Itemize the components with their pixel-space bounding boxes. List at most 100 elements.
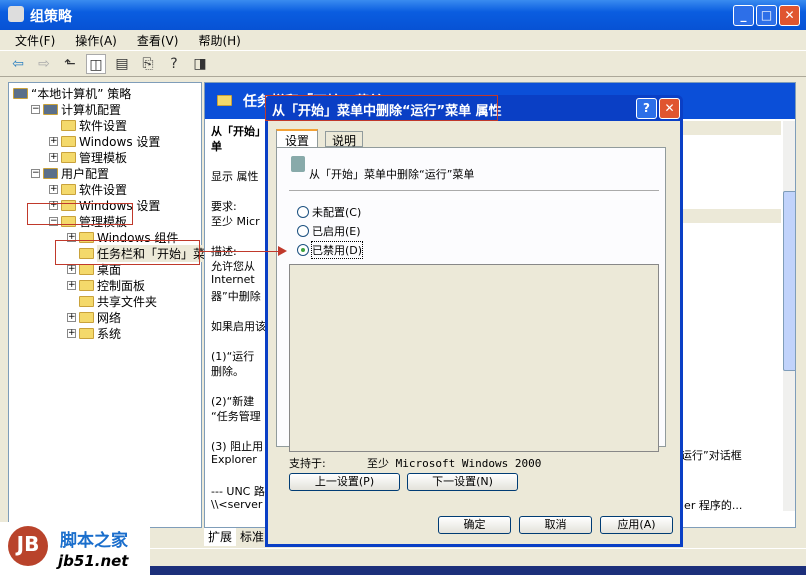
tree-item[interactable]: − 用户配置 bbox=[31, 165, 109, 181]
tree-item[interactable]: 共享文件夹 bbox=[67, 293, 157, 309]
list-row-selected[interactable] bbox=[681, 209, 781, 223]
tab-panel: 从「开始」菜单中删除“运行”菜单 未配置(C) 已启用(E) 已禁用(D) 支持于:… bbox=[276, 147, 666, 491]
menu-action[interactable]: 操作(A) bbox=[75, 32, 117, 50]
folder-icon bbox=[61, 151, 76, 163]
toolbar: ⇦ ⇨ ⬑ ◫ ▤ ⎘ ? ◨ bbox=[0, 50, 806, 77]
menu-view[interactable]: 查看(V) bbox=[137, 32, 179, 50]
supported-value: 至少 Microsoft Windows 2000 bbox=[367, 457, 542, 470]
dialog-help-button[interactable]: ? bbox=[636, 98, 657, 119]
radio-button-icon[interactable] bbox=[297, 206, 309, 218]
radio-label: 已禁用(D) bbox=[310, 241, 364, 259]
description-text: (2)“新建 bbox=[211, 395, 255, 408]
arrow-head-icon bbox=[278, 246, 287, 256]
view-tabs: 扩展 标准 bbox=[204, 528, 264, 546]
expand-icon[interactable]: + bbox=[67, 280, 76, 290]
show-action-pane-icon[interactable]: ◨ bbox=[190, 54, 210, 74]
back-icon[interactable]: ⇦ bbox=[8, 54, 28, 74]
tree-item-label: 控制面板 bbox=[97, 278, 146, 293]
previous-setting-button[interactable]: 上一设置(P) bbox=[289, 473, 400, 491]
tab-explain[interactable]: 说明 bbox=[325, 131, 364, 148]
menu-bar: 文件(F) 操作(A) 查看(V) 帮助(H) bbox=[0, 30, 806, 50]
expand-icon[interactable]: + bbox=[67, 264, 76, 274]
description-text: 至少 Micr bbox=[211, 215, 260, 228]
expand-icon[interactable]: + bbox=[49, 136, 58, 146]
description-text: 单 bbox=[211, 140, 222, 153]
expand-icon[interactable]: + bbox=[67, 312, 76, 322]
radio-button-icon[interactable] bbox=[297, 225, 309, 237]
divider bbox=[289, 190, 659, 191]
radio-option[interactable]: 已禁用(D) bbox=[297, 241, 364, 259]
description-text: (3) 阻止用 bbox=[211, 440, 264, 453]
description-text: “任务管理 bbox=[211, 410, 261, 423]
folder-icon bbox=[61, 135, 76, 147]
tree-item-label: 用户配置 bbox=[61, 166, 110, 181]
radio-option[interactable]: 已启用(E) bbox=[297, 223, 361, 239]
tree-item-label: 计算机配置 bbox=[61, 102, 122, 117]
tree-item-label: 共享文件夹 bbox=[97, 294, 158, 309]
dialog-close-button[interactable]: ✕ bbox=[659, 98, 680, 119]
show-tree-icon[interactable]: ◫ bbox=[86, 53, 106, 74]
ok-button[interactable]: 确定 bbox=[438, 516, 511, 534]
properties-link[interactable]: 显示 属性 bbox=[211, 168, 259, 184]
annotation-arrow bbox=[200, 251, 280, 252]
radio-button-icon[interactable] bbox=[297, 244, 309, 256]
folder-icon bbox=[79, 327, 94, 339]
watermark-url: jb51.net bbox=[58, 552, 129, 570]
tree-item[interactable]: + 管理模板 bbox=[49, 149, 127, 165]
tree-item[interactable]: + Windows 设置 bbox=[49, 133, 160, 149]
description-text: 要求: bbox=[211, 200, 237, 213]
description-text: (1)“运行 bbox=[211, 350, 255, 363]
menu-help[interactable]: 帮助(H) bbox=[198, 32, 240, 50]
help-icon[interactable]: ? bbox=[164, 54, 184, 74]
scroll-thumb[interactable] bbox=[783, 191, 795, 371]
folder-icon bbox=[13, 87, 28, 99]
maximize-button[interactable]: □ bbox=[756, 5, 777, 26]
expand-icon[interactable]: + bbox=[67, 328, 76, 338]
tree-item[interactable]: + 控制面板 bbox=[67, 277, 145, 293]
apply-button[interactable]: 应用(A) bbox=[600, 516, 673, 534]
vertical-scrollbar[interactable] bbox=[783, 121, 795, 511]
collapse-icon[interactable]: − bbox=[31, 104, 40, 114]
properties-dialog: 从「开始」菜单中删除“运行”菜单 属性 ? ✕ 设置 说明 从「开始」菜单中删除… bbox=[265, 95, 683, 547]
folder-icon bbox=[79, 279, 94, 291]
menu-file[interactable]: 文件(F) bbox=[15, 32, 55, 50]
policy-icon bbox=[291, 156, 305, 172]
window-title: 组策略 bbox=[30, 9, 72, 25]
folder-icon bbox=[79, 311, 94, 323]
folder-icon bbox=[79, 263, 94, 275]
tree-item[interactable]: “本地计算机” 策略 bbox=[13, 85, 131, 101]
radio-option[interactable]: 未配置(C) bbox=[297, 204, 361, 220]
description-text: --- UNC 路 bbox=[211, 485, 265, 498]
annotation-box bbox=[27, 203, 133, 225]
cancel-button[interactable]: 取消 bbox=[519, 516, 592, 534]
expand-icon[interactable]: + bbox=[49, 184, 58, 194]
watermark-logo: JB bbox=[8, 526, 48, 566]
folder-icon bbox=[61, 119, 76, 131]
radio-label: 已启用(E) bbox=[312, 225, 361, 238]
tree-item[interactable]: + 软件设置 bbox=[49, 181, 127, 197]
tree-item[interactable]: − 计算机配置 bbox=[31, 101, 121, 117]
description-text: 器”中删除 bbox=[211, 290, 261, 303]
tree-item[interactable]: 软件设置 bbox=[49, 117, 127, 133]
tab-extended[interactable]: 扩展 bbox=[204, 528, 237, 546]
collapse-icon[interactable]: − bbox=[31, 168, 40, 178]
app-icon bbox=[8, 6, 24, 22]
tab-standard[interactable]: 标准 bbox=[240, 528, 264, 546]
tab-settings[interactable]: 设置 bbox=[276, 129, 319, 148]
folder-icon bbox=[217, 95, 232, 106]
tree-item-label: 管理模板 bbox=[79, 150, 128, 165]
close-button[interactable]: ✕ bbox=[779, 5, 800, 26]
forward-icon[interactable]: ⇨ bbox=[34, 54, 54, 74]
tree-item[interactable]: + 网络 bbox=[67, 309, 121, 325]
next-setting-button[interactable]: 下一设置(N) bbox=[407, 473, 518, 491]
tree-item[interactable]: + 系统 bbox=[67, 325, 121, 341]
properties-icon[interactable]: ▤ bbox=[112, 54, 132, 74]
up-folder-icon[interactable]: ⬑ bbox=[60, 54, 80, 74]
watermark-brand: 脚本之家 bbox=[60, 531, 128, 551]
expand-icon[interactable]: + bbox=[49, 152, 58, 162]
supported-label: 支持于: bbox=[289, 457, 326, 470]
folder-icon bbox=[43, 103, 58, 115]
export-icon[interactable]: ⎘ bbox=[138, 54, 158, 74]
minimize-button[interactable]: _ bbox=[733, 5, 754, 26]
list-header bbox=[681, 121, 781, 135]
